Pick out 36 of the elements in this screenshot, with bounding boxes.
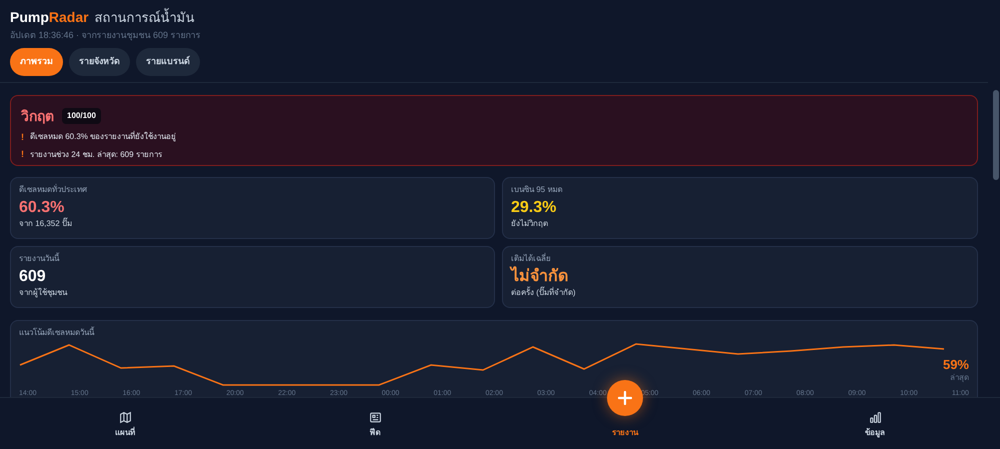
chart-title: แนวโน้มดีเซลหมดวันนี้	[19, 326, 96, 338]
alert-title: วิกฤต	[21, 106, 54, 126]
add-button[interactable]	[607, 380, 643, 416]
stat-label: เบนซิน 95 หมด	[511, 184, 564, 196]
stat-note: ต่อครั้ง (ปั๊มที่จำกัด)	[511, 286, 577, 298]
warning-icon: !	[21, 130, 24, 144]
map-icon	[118, 410, 132, 424]
stat-note: ยังไม่วิกฤต	[511, 218, 549, 230]
page-title: สถานการณ์น้ำมัน	[94, 8, 195, 27]
stat-label: รายงานวันนี้	[19, 252, 60, 264]
nav-item[interactable]: แผนที่	[0, 398, 250, 449]
bar-chart-icon	[868, 410, 882, 424]
stat-value: 29.3%	[511, 198, 558, 218]
stat-value: 60.3%	[19, 198, 66, 218]
stat-label: ดีเซลหมดทั่วประเทศ	[19, 184, 88, 196]
plus-icon	[618, 391, 632, 405]
stat-note: จาก 16,352 ปั๊ม	[19, 218, 73, 230]
brand-logo: PumpRadar	[10, 8, 89, 27]
scrollbar[interactable]	[993, 90, 999, 180]
stat-value: ไม่จำกัด	[511, 266, 569, 286]
score-badge: 100/100	[62, 108, 101, 124]
alert-message: ดีเซลหมด 60.3% ของรายงานที่ยังใช้งานอยู่	[30, 131, 176, 144]
warning-icon: !	[21, 148, 24, 162]
stat-value: 609	[19, 266, 47, 286]
nav-item[interactable]: ข้อมูล	[750, 398, 1000, 449]
newspaper-icon	[368, 410, 382, 424]
nav-item[interactable]: ฟีด	[250, 398, 500, 449]
latest-value: 59%	[942, 356, 969, 372]
stat-note: จากผู้ใช้ชุมชน	[19, 286, 68, 298]
stat-label: เติมได้เฉลี่ย	[511, 252, 552, 264]
alert-message: รายงานช่วง 24 ชม. ล่าสุด: 609 รายการ	[30, 148, 162, 161]
tab[interactable]: รายแบรนด์	[136, 48, 200, 76]
update-text: อัปเดต 18:36:46 · จากรายงานชุมชน 609 รายการ	[10, 29, 202, 42]
tab[interactable]: รายจังหวัด	[69, 48, 130, 76]
nav-item[interactable]: รายงาน	[500, 398, 750, 449]
latest-label: ล่าสุด	[950, 372, 969, 384]
